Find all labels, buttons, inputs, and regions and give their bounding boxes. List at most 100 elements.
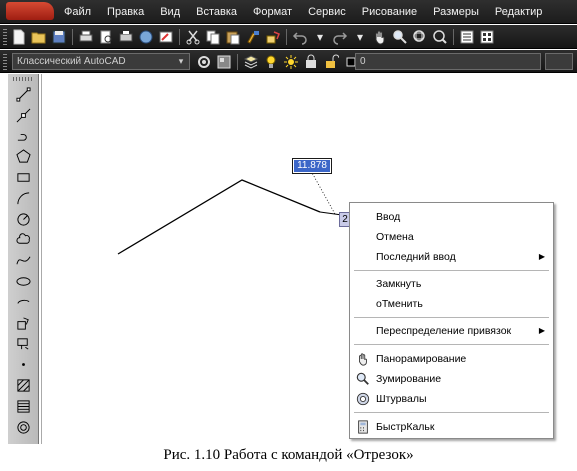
layer-dropdown-arrow[interactable] [545,53,573,70]
toolbar-separator [237,53,238,70]
insert-block-icon[interactable] [13,313,33,334]
undo-icon[interactable] [291,28,309,46]
pan-icon[interactable] [371,28,389,46]
open-icon[interactable] [30,28,48,46]
menu-item-steering-wheels[interactable]: Штурвалы [350,389,553,409]
zoom-previous-icon[interactable] [431,28,449,46]
line-icon[interactable] [13,84,33,105]
copy-icon[interactable] [204,28,222,46]
standard-toolbar-icons: ▾ ▾ [10,27,498,47]
menu-item-quickcalc[interactable]: БыстрКальк [350,417,553,437]
hatch-icon[interactable] [13,375,33,396]
sun-icon[interactable] [282,53,300,71]
draw-toolbar-icons [13,84,33,438]
undo-dropdown-icon[interactable]: ▾ [311,28,329,46]
menu-insert[interactable]: Вставка [188,0,245,24]
design-center-icon[interactable] [478,28,496,46]
menu-item-cancel[interactable]: Отмена [350,227,553,247]
print-icon[interactable] [77,28,95,46]
workspaces-toolbar: Классический AutoCAD ▾ 0 [0,50,577,73]
menu-item-close[interactable]: Замкнуть [350,274,553,294]
draw-toolbar [8,74,39,444]
publish-icon[interactable] [137,28,155,46]
ellipse-arc-icon[interactable] [13,292,33,313]
arc-icon[interactable] [13,188,33,209]
layer-lock-icon[interactable] [302,53,320,71]
region-icon[interactable] [13,417,33,438]
redo-icon[interactable] [331,28,349,46]
cut-icon[interactable] [184,28,202,46]
menu-item-recent-input[interactable]: Последний ввод ▶ [350,247,553,267]
polyline-icon[interactable] [13,126,33,147]
menu-item-snap-overrides[interactable]: Переспределение привязок ▶ [350,321,553,341]
menu-items: Файл Правка Вид Вставка Формат Сервис Ри… [56,0,550,24]
menu-item-enter[interactable]: Ввод [350,207,553,227]
layer-properties-icon[interactable] [242,53,260,71]
menu-view[interactable]: Вид [152,0,188,24]
menu-file[interactable]: Файл [56,0,99,24]
menu-separator [354,412,549,413]
construction-line-icon[interactable] [13,105,33,126]
circle-icon[interactable] [13,209,33,230]
redo-dropdown-icon[interactable]: ▾ [351,28,369,46]
ellipse-icon[interactable] [13,271,33,292]
unlock-icon[interactable] [322,53,340,71]
layer-dropdown[interactable]: 0 [355,53,541,70]
menu-edit[interactable]: Правка [99,0,152,24]
menu-tools[interactable]: Сервис [300,0,354,24]
properties-icon[interactable] [458,28,476,46]
standard-toolbar: ▾ ▾ [0,25,577,49]
menu-bar: Файл Правка Вид Вставка Формат Сервис Ри… [0,0,577,24]
revision-cloud-icon[interactable] [13,230,33,251]
dimension-dotted-line [310,170,336,215]
application-menu-button[interactable] [6,2,54,20]
zoom-window-icon[interactable] [411,28,429,46]
menu-item-undo[interactable]: оТменить [350,294,553,314]
dynamic-input-length[interactable]: 11.878 [292,158,332,174]
new-icon[interactable] [10,28,28,46]
canvas-border [41,74,42,444]
context-menu: Ввод Отмена Последний ввод ▶ Замкнуть оТм… [349,202,554,439]
menu-item-label: Зумирование [376,373,442,385]
toolbar-grip[interactable] [3,54,7,70]
menu-item-label: Панорамирование [376,353,467,365]
make-block-icon[interactable] [13,334,33,355]
toolbar-separator [453,29,454,45]
toolbar-separator [286,29,287,45]
toolbar-grip[interactable] [13,77,33,81]
menu-dimension[interactable]: Размеры [425,0,487,24]
polyline-segments [117,179,321,255]
rectangle-icon[interactable] [13,167,33,188]
zoom-magnifier-icon [356,372,370,386]
menu-format[interactable]: Формат [245,0,300,24]
pan-hand-icon [356,352,370,366]
submenu-arrow-icon: ▶ [538,326,545,335]
toolbar-grip[interactable] [3,29,7,45]
workspace-icon[interactable] [215,53,233,71]
bulb-icon[interactable] [262,53,280,71]
point-icon[interactable] [13,354,33,375]
spline-icon[interactable] [13,250,33,271]
preview-icon[interactable] [97,28,115,46]
menu-modify[interactable]: Редактир [487,0,551,24]
menu-item-label: оТменить [376,298,423,310]
workspace-settings-icon[interactable] [195,53,213,71]
toolbar-separator [179,29,180,45]
menu-separator [354,344,549,345]
menu-item-label: БыстрКальк [376,421,435,433]
plot-icon[interactable] [117,28,135,46]
zoom-realtime-icon[interactable] [391,28,409,46]
block-icon[interactable] [264,28,282,46]
save-icon[interactable] [50,28,68,46]
chevron-down-icon[interactable]: ▾ [175,55,187,68]
menu-item-zoom[interactable]: Зумирование [350,369,553,389]
paste-icon[interactable] [224,28,242,46]
gradient-icon[interactable] [13,396,33,417]
menu-separator [354,270,549,271]
workspace-dropdown[interactable]: Классический AutoCAD ▾ [12,53,190,70]
polygon-icon[interactable] [13,146,33,167]
markup-icon[interactable] [157,28,175,46]
matchprop-icon[interactable] [244,28,262,46]
menu-item-pan[interactable]: Панорамирование [350,349,553,369]
menu-draw[interactable]: Рисование [354,0,425,24]
